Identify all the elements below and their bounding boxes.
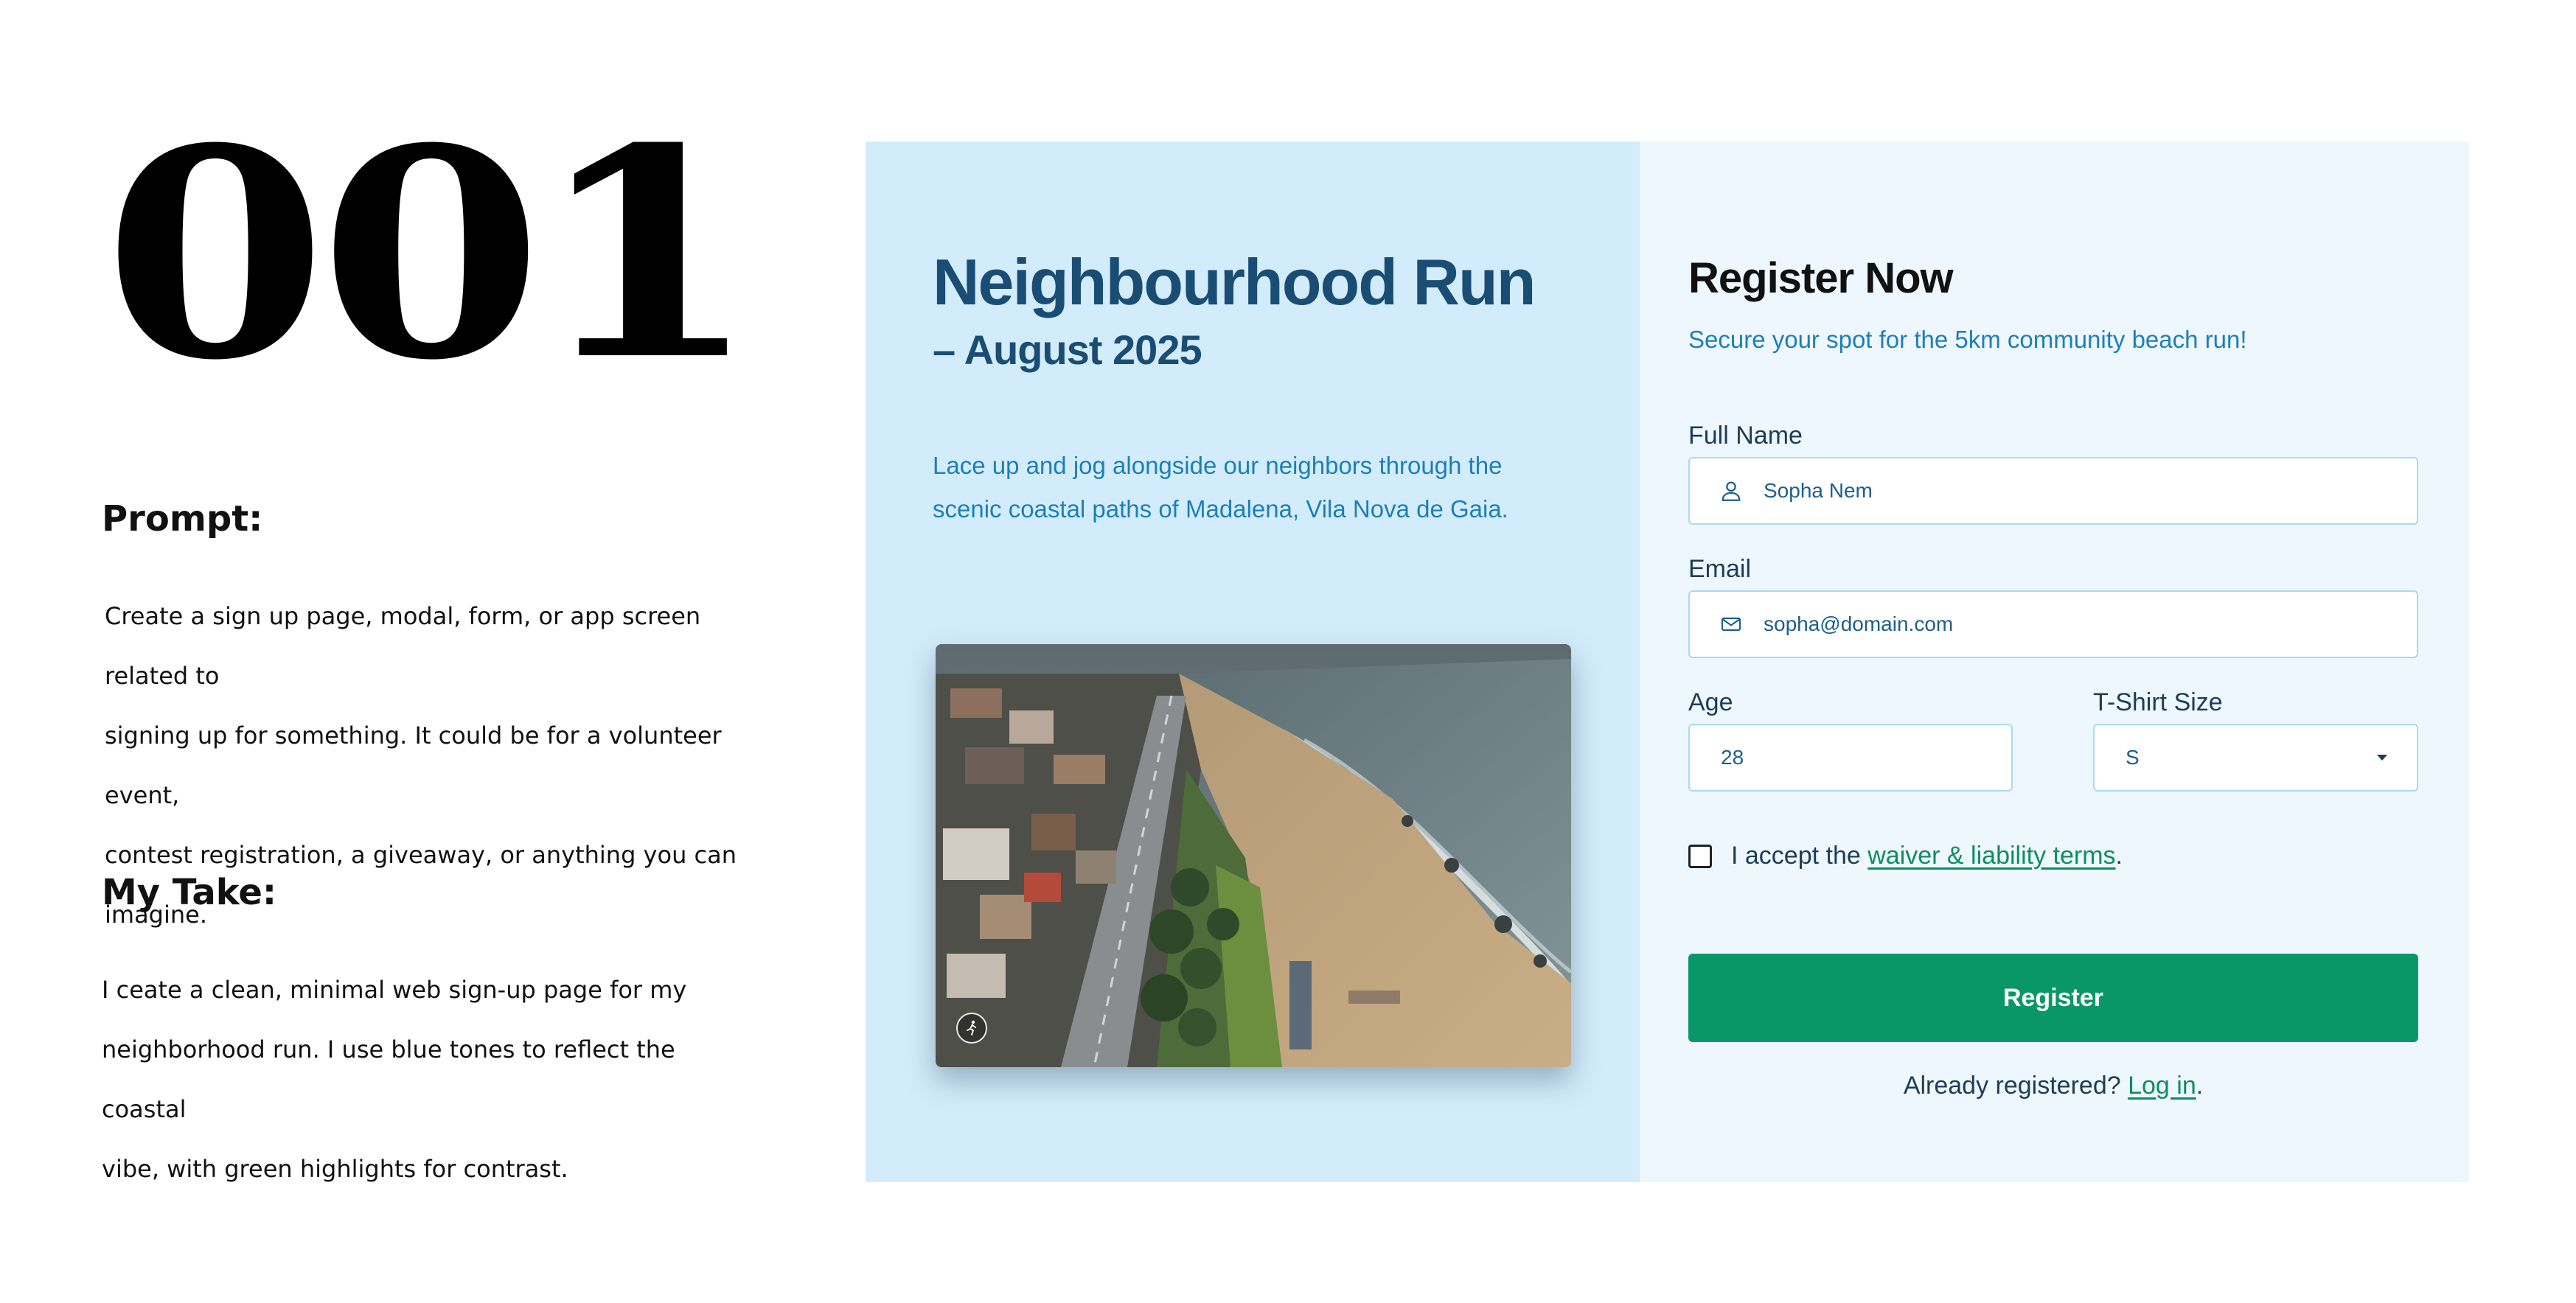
caret-down-icon	[2377, 755, 2387, 761]
event-hero-panel: Neighbourhood Run – August 2025 Lace up …	[866, 142, 1640, 1182]
event-description-line: scenic coastal paths of Madalena, Vila N…	[933, 495, 1508, 523]
login-suffix: .	[2196, 1072, 2204, 1100]
showcase-number: 001	[103, 85, 759, 423]
terms-suffix: .	[2115, 842, 2123, 870]
tshirt-size-value: S	[2126, 746, 2140, 769]
age-value: 28	[1721, 746, 1744, 769]
form-subtitle: Secure your spot for the 5km community b…	[1688, 326, 2247, 353]
tshirt-size-label: T-Shirt Size	[2093, 688, 2223, 716]
event-date: – August 2025	[933, 326, 1202, 373]
mail-icon	[1716, 609, 1746, 639]
age-label: Age	[1688, 688, 1733, 716]
my-take-heading: My Take:	[102, 872, 277, 913]
registration-form: Register Now Secure your spot for the 5k…	[1640, 142, 2469, 1182]
coastal-photo	[936, 644, 1571, 1067]
login-prefix: Already registered?	[1903, 1072, 2121, 1100]
login-link[interactable]: Log in	[2128, 1072, 2196, 1100]
event-description: Lace up and jog alongside our neighbors …	[933, 444, 1537, 531]
my-take-line: vibe, with green highlights for contrast…	[102, 1155, 568, 1183]
login-prompt: Already registered? Log in.	[1688, 1072, 2418, 1100]
terms-row: I accept the waiver & liability terms.	[1688, 842, 2123, 870]
terms-checkbox[interactable]	[1688, 844, 1712, 868]
terms-prefix: I accept the	[1731, 842, 1861, 870]
prompt-heading: Prompt:	[102, 498, 263, 539]
event-title: Neighbourhood Run	[933, 245, 1536, 318]
email-field[interactable]: sopha@domain.com	[1688, 590, 2418, 658]
waiver-terms-link[interactable]: waiver & liability terms	[1867, 842, 2115, 870]
form-title: Register Now	[1688, 254, 1954, 302]
email-label: Email	[1688, 555, 1752, 583]
my-take-line: I ceate a clean, minimal web sign-up pag…	[102, 976, 687, 1004]
event-description-line: Lace up and jog alongside our neighbors …	[933, 452, 1503, 479]
prompt-line: Create a sign up page, modal, form, or a…	[105, 602, 701, 690]
prompt-line: signing up for something. It could be fo…	[105, 722, 722, 809]
runner-icon	[956, 1013, 987, 1044]
age-field[interactable]: 28	[1688, 724, 2013, 792]
register-button[interactable]: Register	[1688, 954, 2418, 1042]
email-value: sopha@domain.com	[1764, 612, 1954, 635]
full-name-value: Sopha Nem	[1764, 479, 1873, 502]
my-take-text: I ceate a clean, minimal web sign-up pag…	[102, 960, 765, 1199]
full-name-field[interactable]: Sopha Nem	[1688, 457, 2418, 525]
signup-card: Neighbourhood Run – August 2025 Lace up …	[866, 142, 2469, 1182]
my-take-line: neighborhood run. I use blue tones to re…	[102, 1035, 675, 1123]
user-icon	[1716, 476, 1746, 506]
full-name-label: Full Name	[1688, 422, 1803, 450]
tshirt-size-select[interactable]: S	[2093, 724, 2418, 792]
